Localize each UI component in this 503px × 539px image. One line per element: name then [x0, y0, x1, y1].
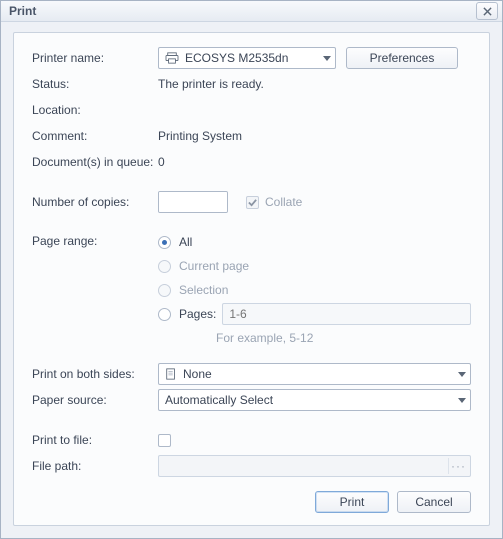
copies-input[interactable] [159, 192, 228, 212]
print-button-label: Print [340, 495, 365, 509]
pages-input [222, 303, 471, 325]
collate-checkbox [246, 196, 259, 209]
row-queue: Document(s) in queue: 0 [32, 151, 471, 173]
value-paper-source: Automatically Select [158, 389, 471, 411]
radio-row-current: Current page [158, 255, 471, 277]
preferences-button[interactable]: Preferences [346, 47, 458, 69]
value-queue: 0 [158, 155, 471, 169]
printer-icon [165, 52, 179, 64]
chevron-down-icon [458, 372, 466, 377]
file-path-field: ··· [158, 455, 471, 477]
collate-wrap: Collate [246, 195, 302, 209]
value-file-path: ··· [158, 455, 471, 477]
printer-select[interactable]: ECOSYS M2535dn [158, 47, 336, 69]
panel: Printer name: ECOSYS M2535dn Preferences [13, 32, 490, 526]
print-dialog: Print Printer name: ECOSYS M2535dn [0, 0, 503, 539]
radio-row-all: All [158, 231, 471, 253]
radio-selection [158, 284, 171, 297]
label-paper-source: Paper source: [32, 393, 158, 407]
check-icon [248, 198, 257, 207]
print-to-file-checkbox[interactable] [158, 434, 171, 447]
paper-source-text: Automatically Select [165, 393, 454, 407]
label-printer-name: Printer name: [32, 51, 158, 65]
radio-pages[interactable] [158, 308, 171, 321]
preferences-label: Preferences [370, 51, 435, 65]
row-copies: Number of copies: Collate [32, 191, 471, 213]
radio-row-pages: Pages: [158, 303, 471, 325]
label-status: Status: [32, 77, 158, 91]
pages-hint: For example, 5-12 [216, 331, 471, 345]
value-printer-name: ECOSYS M2535dn Preferences [158, 47, 471, 69]
value-print-to-file [158, 434, 471, 447]
label-page-range: Page range: [32, 231, 158, 248]
radio-all-label: All [179, 235, 192, 249]
label-duplex: Print on both sides: [32, 367, 158, 381]
browse-button: ··· [448, 458, 468, 474]
row-file-path: File path: ··· [32, 455, 471, 477]
titlebar: Print [1, 1, 502, 22]
copies-stepper[interactable] [158, 191, 228, 213]
label-queue: Document(s) in queue: [32, 155, 158, 169]
value-page-range: All Current page Selection Pages: [158, 231, 471, 345]
label-file-path: File path: [32, 459, 158, 473]
label-comment: Comment: [32, 129, 158, 143]
window-title: Print [9, 4, 476, 18]
radio-current-label: Current page [179, 259, 249, 273]
radio-current [158, 260, 171, 273]
cancel-button-label: Cancel [415, 495, 452, 509]
close-button[interactable] [476, 2, 498, 20]
radio-row-selection: Selection [158, 279, 471, 301]
duplex-select[interactable]: None [158, 363, 471, 385]
ellipsis-icon: ··· [451, 459, 466, 473]
row-status: Status: The printer is ready. [32, 73, 471, 95]
row-page-range: Page range: All Current page Selection [32, 231, 471, 345]
row-print-to-file: Print to file: [32, 429, 471, 451]
printer-select-text: ECOSYS M2535dn [185, 51, 319, 65]
chevron-down-icon [323, 56, 331, 61]
radio-selection-label: Selection [179, 283, 228, 297]
duplex-text: None [183, 367, 454, 381]
row-duplex: Print on both sides: None [32, 363, 471, 385]
row-location: Location: [32, 99, 471, 121]
radio-all[interactable] [158, 236, 171, 249]
content: Printer name: ECOSYS M2535dn Preferences [1, 22, 502, 538]
collate-label: Collate [265, 195, 302, 209]
label-copies: Number of copies: [32, 195, 158, 209]
row-paper-source: Paper source: Automatically Select [32, 389, 471, 411]
value-duplex: None [158, 363, 471, 385]
value-copies: Collate [158, 191, 471, 213]
radio-pages-label: Pages: [179, 307, 216, 321]
value-status: The printer is ready. [158, 77, 471, 91]
row-printer-name: Printer name: ECOSYS M2535dn Preferences [32, 47, 471, 69]
label-print-to-file: Print to file: [32, 433, 158, 447]
paper-source-select[interactable]: Automatically Select [158, 389, 471, 411]
print-button[interactable]: Print [315, 491, 389, 513]
chevron-down-icon [458, 398, 466, 403]
label-location: Location: [32, 103, 158, 117]
value-comment: Printing System [158, 129, 471, 143]
row-comment: Comment: Printing System [32, 125, 471, 147]
footer: Print Cancel [32, 481, 471, 513]
close-icon [483, 7, 492, 16]
page-icon [165, 368, 177, 380]
cancel-button[interactable]: Cancel [397, 491, 471, 513]
